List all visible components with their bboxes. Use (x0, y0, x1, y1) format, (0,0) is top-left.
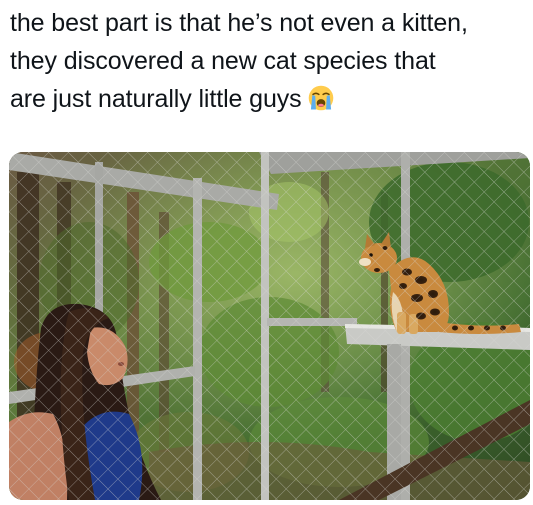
social-post: the best part is that he’s not even a ki… (0, 0, 533, 505)
photo-scene (9, 152, 530, 500)
post-caption-text: the best part is that he’s not even a ki… (10, 9, 468, 113)
loudly-crying-face-icon (308, 85, 333, 111)
chain-link-mesh (9, 152, 530, 500)
post-caption: the best part is that he’s not even a ki… (10, 4, 525, 118)
post-photo (9, 152, 530, 500)
